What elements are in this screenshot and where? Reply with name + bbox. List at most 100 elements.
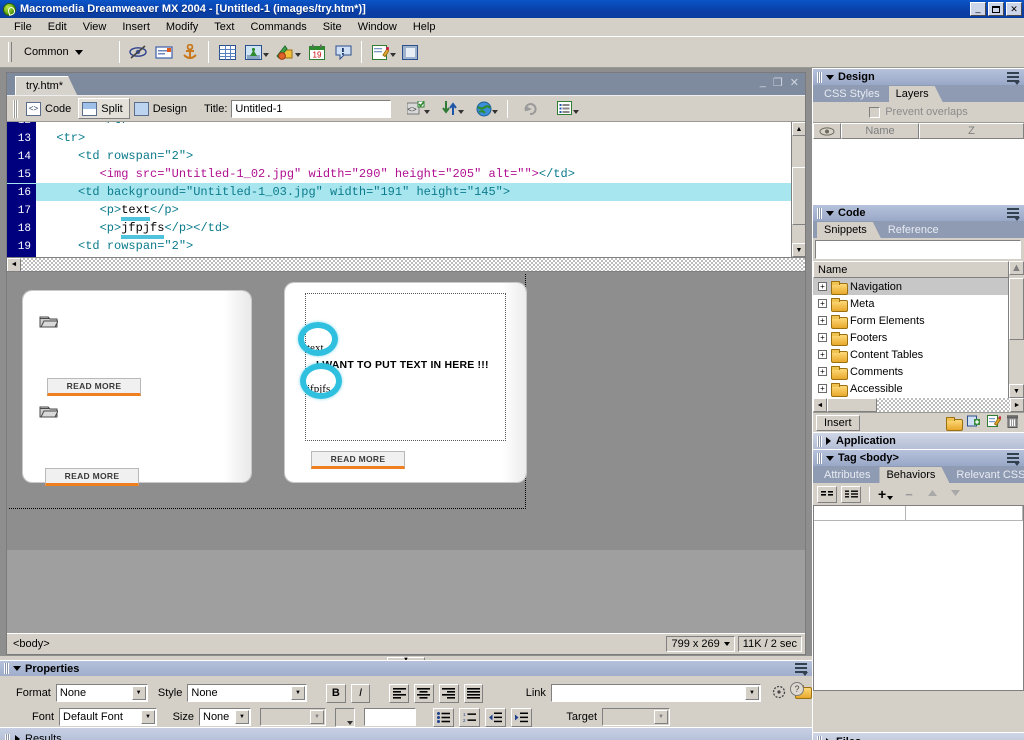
close-button[interactable]: ✕ xyxy=(1006,2,1022,16)
expand-icon[interactable]: + xyxy=(818,350,827,359)
chevron-down-icon[interactable]: ▼ xyxy=(141,710,155,724)
named-anchor-icon[interactable] xyxy=(179,41,201,63)
date-icon[interactable]: 19 xyxy=(306,41,328,63)
expand-icon[interactable]: + xyxy=(818,299,827,308)
panel-options-icon[interactable] xyxy=(1007,72,1019,83)
menu-file[interactable]: File xyxy=(6,19,40,35)
expand-icon[interactable]: + xyxy=(818,282,827,291)
window-size-indicator[interactable]: 799 x 269 xyxy=(666,636,734,652)
minimize-button[interactable]: _ xyxy=(970,2,986,16)
italic-button[interactable]: I xyxy=(351,684,371,703)
color-hex-input[interactable] xyxy=(364,708,416,726)
expand-icon[interactable]: + xyxy=(818,333,827,342)
scroll-up-arrow[interactable]: ▲ xyxy=(1009,261,1024,275)
snippet-folder-form-elements[interactable]: + Form Elements xyxy=(813,312,1008,329)
chevron-down-icon[interactable] xyxy=(13,666,21,671)
panel-grip[interactable] xyxy=(817,436,822,447)
insert-category-selector[interactable]: Common xyxy=(16,46,114,58)
style-select[interactable]: None ▼ xyxy=(187,684,307,702)
insert-snippet-button[interactable]: Insert xyxy=(816,415,860,431)
results-panel-header[interactable]: Results xyxy=(0,727,812,740)
hyperlink-icon[interactable] xyxy=(127,41,149,63)
code-line[interactable]: 14 <td rowspan="2"> xyxy=(7,147,791,165)
tag-chooser-icon[interactable] xyxy=(399,41,421,63)
size-unit-select[interactable]: ▼ xyxy=(260,708,326,726)
code-line[interactable]: 17 <p>text</p> xyxy=(7,201,791,219)
panel-grip[interactable] xyxy=(817,453,822,464)
chevron-down-icon[interactable]: ▼ xyxy=(745,686,759,700)
code-scroll-thumb[interactable] xyxy=(792,167,805,225)
chevron-down-icon[interactable]: ▼ xyxy=(132,686,146,700)
doc-restore-button[interactable]: ❐ xyxy=(773,76,783,89)
scroll-track[interactable] xyxy=(877,398,1010,412)
code-text-area[interactable]: 12 </tr>13 <tr>14 <td rowspan="2">15 <im… xyxy=(7,122,791,271)
new-snippet-icon[interactable] xyxy=(967,415,981,430)
outdent-icon[interactable] xyxy=(485,708,506,727)
code-view-button[interactable]: <> Code xyxy=(22,98,78,119)
image-icon[interactable] xyxy=(242,41,264,63)
layers-name-column[interactable]: Name xyxy=(841,123,919,139)
view-options-icon[interactable] xyxy=(554,98,576,120)
font-select[interactable]: Default Font ▼ xyxy=(59,708,157,726)
table-icon[interactable] xyxy=(216,41,238,63)
snippet-folder-navigation[interactable]: + Navigation xyxy=(813,278,1008,295)
snippet-folder-meta[interactable]: + Meta xyxy=(813,295,1008,312)
prevent-overlaps-row[interactable]: Prevent overlaps xyxy=(813,102,1024,122)
design-text-1[interactable]: text xyxy=(307,342,324,354)
tab-layers[interactable]: Layers xyxy=(889,86,943,102)
tab-attributes[interactable]: Attributes xyxy=(817,467,879,483)
media-icon[interactable] xyxy=(274,41,296,63)
layers-z-column[interactable]: Z xyxy=(919,123,1024,139)
toolbar-grip[interactable] xyxy=(13,100,18,118)
panel-grip[interactable] xyxy=(4,663,9,674)
code-line[interactable]: 15 <img src="Untitled-1_02.jpg" width="2… xyxy=(7,165,791,183)
tab-reference[interactable]: Reference xyxy=(881,222,948,238)
tag-selector[interactable]: <body> xyxy=(7,638,666,650)
align-left-icon[interactable] xyxy=(389,684,409,703)
new-folder-icon[interactable] xyxy=(946,417,961,429)
align-center-icon[interactable] xyxy=(414,684,434,703)
menu-site[interactable]: Site xyxy=(315,19,350,35)
chevron-down-icon[interactable] xyxy=(826,211,834,216)
document-tab-try-htm[interactable]: try.htm* xyxy=(15,76,77,95)
chevron-down-icon[interactable] xyxy=(826,75,834,80)
align-right-icon[interactable] xyxy=(439,684,459,703)
snippets-scroll-thumb[interactable] xyxy=(1009,278,1024,340)
bold-button[interactable]: B xyxy=(326,684,346,703)
tag-panel-header[interactable]: Tag <body> xyxy=(813,449,1024,466)
point-to-file-icon[interactable] xyxy=(772,685,786,702)
design-read-more-button-3[interactable]: READ MORE xyxy=(311,451,405,469)
scroll-down-arrow[interactable]: ▼ xyxy=(1009,384,1024,398)
chevron-down-icon[interactable]: ▼ xyxy=(654,710,668,724)
toolbar-grip[interactable] xyxy=(8,42,12,62)
restore-button[interactable] xyxy=(988,2,1004,16)
size-select[interactable]: None ▼ xyxy=(199,708,251,726)
visibility-eye-icon[interactable] xyxy=(813,123,841,139)
move-up-icon[interactable] xyxy=(927,488,938,500)
design-view-button[interactable]: Design xyxy=(130,98,194,119)
code-line[interactable]: 13 <tr> xyxy=(7,129,791,147)
design-text-3[interactable]: jfpjfs xyxy=(307,383,330,395)
scroll-track[interactable] xyxy=(21,258,805,272)
show-all-events-icon[interactable] xyxy=(841,486,861,503)
code-line[interactable]: 12 </tr> xyxy=(7,122,791,129)
indent-icon[interactable] xyxy=(511,708,532,727)
comment-icon[interactable] xyxy=(332,41,354,63)
format-select[interactable]: None ▼ xyxy=(56,684,148,702)
panel-options-icon[interactable] xyxy=(795,663,807,674)
ordered-list-icon[interactable]: 12 xyxy=(459,708,480,727)
move-down-icon[interactable] xyxy=(950,488,961,500)
remove-behavior-icon[interactable]: − xyxy=(905,487,913,502)
code-pane[interactable]: 12 </tr>13 <tr>14 <td rowspan="2">15 <im… xyxy=(7,122,805,272)
snippets-name-column[interactable]: Name xyxy=(813,261,1009,278)
rendered-page-surface[interactable]: READ MORE READ MORE xyxy=(9,274,526,509)
menu-view[interactable]: View xyxy=(75,19,115,35)
design-read-more-button-1[interactable]: READ MORE xyxy=(47,378,141,396)
code-vertical-scrollbar[interactable]: ▲ ▼ xyxy=(791,122,805,257)
panel-options-icon[interactable] xyxy=(1007,453,1019,464)
link-input[interactable]: ▼ xyxy=(551,684,761,702)
menu-insert[interactable]: Insert xyxy=(114,19,158,35)
snippet-folder-comments[interactable]: + Comments xyxy=(813,363,1008,380)
panel-options-icon[interactable] xyxy=(1007,208,1019,219)
snippets-vertical-scrollbar[interactable]: ▼ xyxy=(1008,278,1024,398)
